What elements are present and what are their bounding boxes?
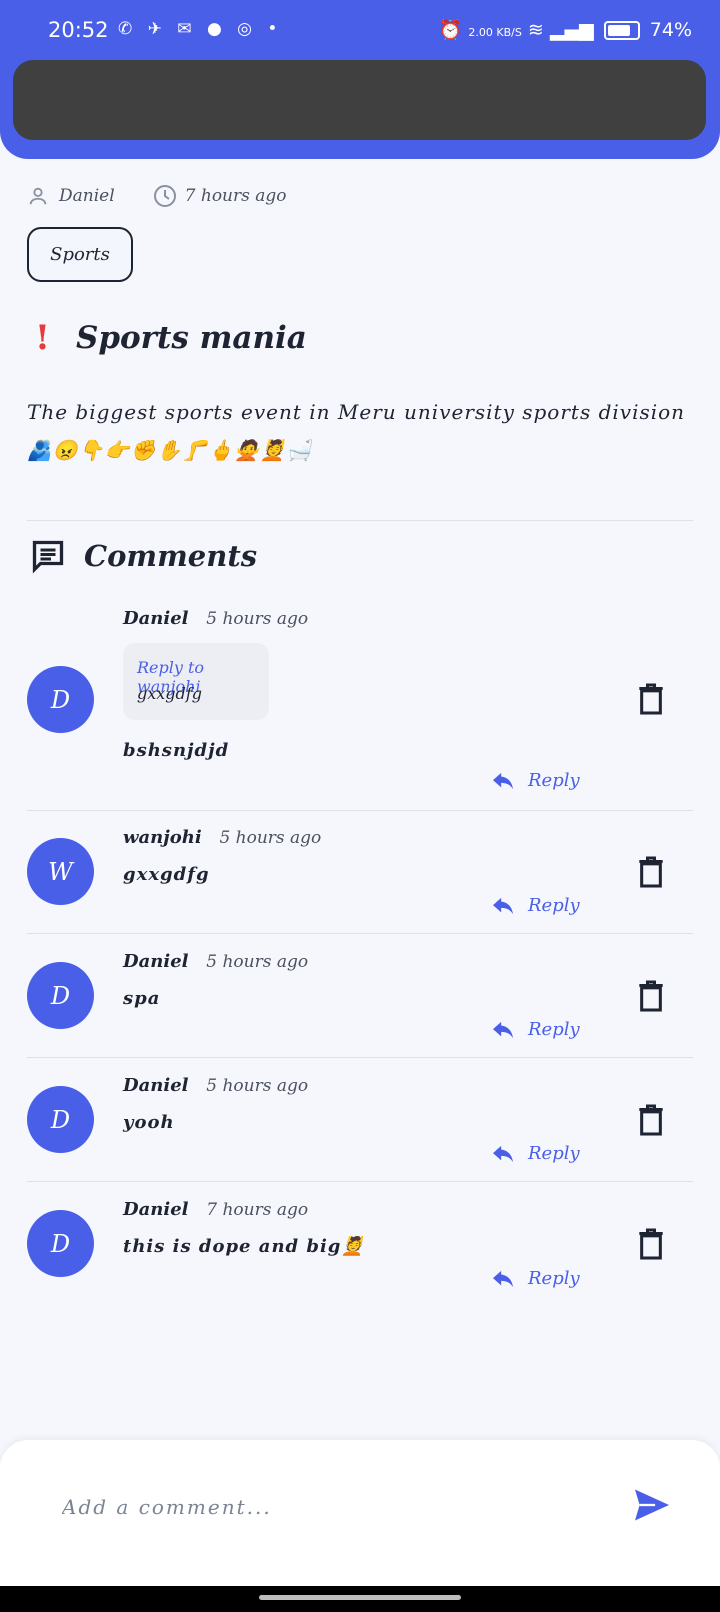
reply-button[interactable]: Reply — [492, 1143, 580, 1164]
home-indicator[interactable] — [259, 1595, 461, 1600]
comment-header: Daniel 5 hours ago — [123, 608, 308, 629]
reply-icon — [493, 772, 513, 789]
comment-divider — [27, 810, 693, 811]
reply-button[interactable]: Reply — [492, 770, 580, 791]
reply-button[interactable]: Reply — [492, 1019, 580, 1040]
alarm-icon: ⏰ — [438, 19, 463, 41]
comment-author: wanjohi — [123, 827, 202, 848]
comment-divider — [27, 1181, 693, 1182]
section-divider — [27, 520, 693, 521]
delete-button[interactable] — [637, 1227, 665, 1265]
comment-time: 5 hours ago — [206, 952, 309, 972]
comments-header: Comments — [30, 538, 257, 574]
app-header: 20:52 ✆ ✈ ✉ ● ◎ • ⏰ 2.00 KB/S ≋ ▂▄▆ 74% — [0, 0, 720, 159]
reply-icon — [493, 1270, 513, 1287]
comment-header: Daniel 7 hours ago — [123, 1199, 308, 1220]
trash-icon — [639, 1104, 663, 1136]
comment-composer — [0, 1440, 720, 1590]
post-body: The biggest sports event in Meru univers… — [27, 400, 686, 462]
exclamation-icon: ! — [35, 318, 50, 358]
comment-input[interactable] — [60, 1486, 584, 1528]
comment-time: 5 hours ago — [206, 609, 309, 629]
avatar: D — [27, 1086, 94, 1153]
reply-label: Reply — [528, 770, 580, 791]
top-bar[interactable] — [13, 60, 706, 140]
clock-icon — [153, 185, 176, 207]
comment-text: spa — [123, 988, 161, 1009]
reply-button[interactable]: Reply — [492, 895, 580, 916]
user-icon — [29, 187, 47, 205]
reply-icon — [493, 1145, 513, 1162]
comment-author: Daniel — [123, 1199, 189, 1220]
post-time: 7 hours ago — [184, 186, 287, 206]
comment-author: Daniel — [123, 951, 189, 972]
post-author: Daniel — [59, 186, 115, 206]
comments-title: Comments — [84, 539, 258, 573]
wifi-icon: ≋ — [527, 19, 544, 41]
system-nav-bar — [0, 1586, 720, 1612]
category-chip[interactable]: Sports — [27, 227, 133, 282]
post-meta: Daniel 7 hours ago — [27, 184, 293, 208]
comment-divider — [27, 933, 693, 934]
status-bar: 20:52 ✆ ✈ ✉ ● ◎ • ⏰ 2.00 KB/S ≋ ▂▄▆ 74% — [0, 0, 720, 62]
comment-author: Daniel — [123, 608, 189, 629]
comment-text: bshsnjdjd — [123, 740, 230, 761]
comment-header: wanjohi 5 hours ago — [123, 827, 321, 848]
post-title: Sports mania — [75, 320, 307, 356]
trash-icon — [639, 856, 663, 888]
status-right: ⏰ 2.00 KB/S ≋ ▂▄▆ 74% — [439, 18, 692, 41]
comment-text: gxxgdfg — [123, 864, 210, 885]
delete-button[interactable] — [637, 1103, 665, 1141]
avatar: D — [27, 962, 94, 1029]
comment-author: Daniel — [123, 1075, 189, 1096]
signal-icon: ▂▄▆ — [549, 19, 594, 41]
comment-time: 5 hours ago — [219, 828, 322, 848]
reply-icon — [493, 1021, 513, 1038]
comment-text: this is dope and big💆 — [123, 1236, 365, 1257]
avatar: D — [27, 666, 94, 733]
comment-header: Daniel 5 hours ago — [123, 1075, 308, 1096]
comment-text: yooh — [123, 1112, 175, 1133]
comment-time: 5 hours ago — [206, 1076, 309, 1096]
delete-button[interactable] — [637, 979, 665, 1017]
battery-icon — [603, 21, 640, 40]
comment-header: Daniel 5 hours ago — [123, 951, 308, 972]
notification-icons: ✆ ✈ ✉ ● ◎ • — [118, 19, 283, 39]
comment-divider — [27, 1057, 693, 1058]
trash-icon — [639, 980, 663, 1012]
reply-icon — [493, 897, 513, 914]
trash-icon — [639, 1228, 663, 1260]
reply-label: Reply — [528, 1268, 580, 1289]
avatar: W — [27, 838, 94, 905]
comment-icon — [32, 540, 64, 574]
delete-button[interactable] — [637, 855, 665, 893]
status-time: 20:52 — [48, 18, 109, 42]
delete-button[interactable] — [637, 682, 665, 720]
reply-label: Reply — [528, 895, 580, 916]
trash-icon — [639, 683, 663, 715]
battery-level: 74% — [649, 19, 692, 41]
send-icon — [635, 1489, 669, 1521]
reply-button[interactable]: Reply — [492, 1268, 580, 1289]
post-title-row: ! Sports mania — [35, 318, 307, 358]
reply-label: Reply — [528, 1019, 580, 1040]
net-speed: 2.00 KB/S — [468, 26, 522, 39]
quoted-reply[interactable]: Reply to wanjohi gxxgdfg — [123, 643, 269, 720]
quote-text: gxxgdfg — [137, 684, 202, 703]
send-button[interactable] — [633, 1488, 671, 1526]
comment-time: 7 hours ago — [206, 1200, 309, 1220]
avatar: D — [27, 1210, 94, 1277]
reply-label: Reply — [528, 1143, 580, 1164]
